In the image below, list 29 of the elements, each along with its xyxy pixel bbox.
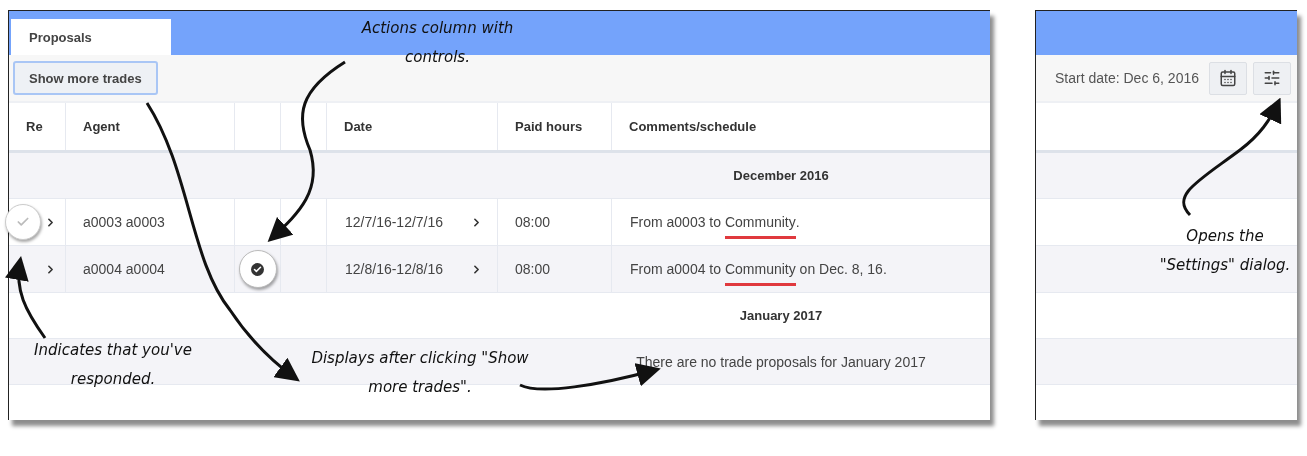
paid-hours: 08:00 bbox=[515, 261, 551, 277]
column-header: Paid hours bbox=[515, 119, 583, 134]
month-heading: December 2016 bbox=[733, 168, 829, 183]
check-icon bbox=[16, 215, 30, 229]
agent-name: a0004 a0004 bbox=[83, 261, 165, 277]
settings-icon bbox=[1263, 69, 1281, 87]
column-header: Re bbox=[26, 119, 43, 134]
column-header: Date bbox=[344, 119, 373, 134]
annotation-text: Displays after clicking "Show more trades". bbox=[310, 348, 530, 398]
show-more-trades-button[interactable]: Show more trades bbox=[13, 61, 158, 95]
calendar-icon bbox=[1219, 69, 1237, 87]
date-range: 12/7/16-12/7/16 bbox=[345, 214, 444, 230]
action-button[interactable] bbox=[238, 250, 277, 288]
start-date: Start date: Dec 6, 2016 bbox=[1055, 70, 1199, 86]
calendar-button[interactable] bbox=[1209, 61, 1247, 95]
column-header: Comments/schedule bbox=[629, 119, 757, 134]
annotation-text: Indicates that you've responded. bbox=[33, 340, 193, 390]
date-range: 12/8/16-12/8/16 bbox=[345, 261, 444, 277]
annotation-text: Opens the "Settings" dialog. bbox=[1158, 226, 1292, 276]
settings-button[interactable] bbox=[1253, 61, 1291, 95]
paid-hours: 08:00 bbox=[515, 214, 551, 230]
empty-message: There are no trade proposals for January 2017 bbox=[636, 353, 926, 370]
comment-text: From a0003 to Community. bbox=[630, 205, 800, 239]
proposals-tab[interactable]: Proposals bbox=[11, 19, 171, 55]
month-heading: January 2017 bbox=[739, 308, 823, 323]
comment-text: From a0004 to Community on Dec. 8, 16. bbox=[630, 252, 887, 286]
column-header: Agent bbox=[83, 119, 120, 134]
check-icon bbox=[251, 262, 264, 276]
agent-name: a0003 a0003 bbox=[83, 214, 165, 230]
